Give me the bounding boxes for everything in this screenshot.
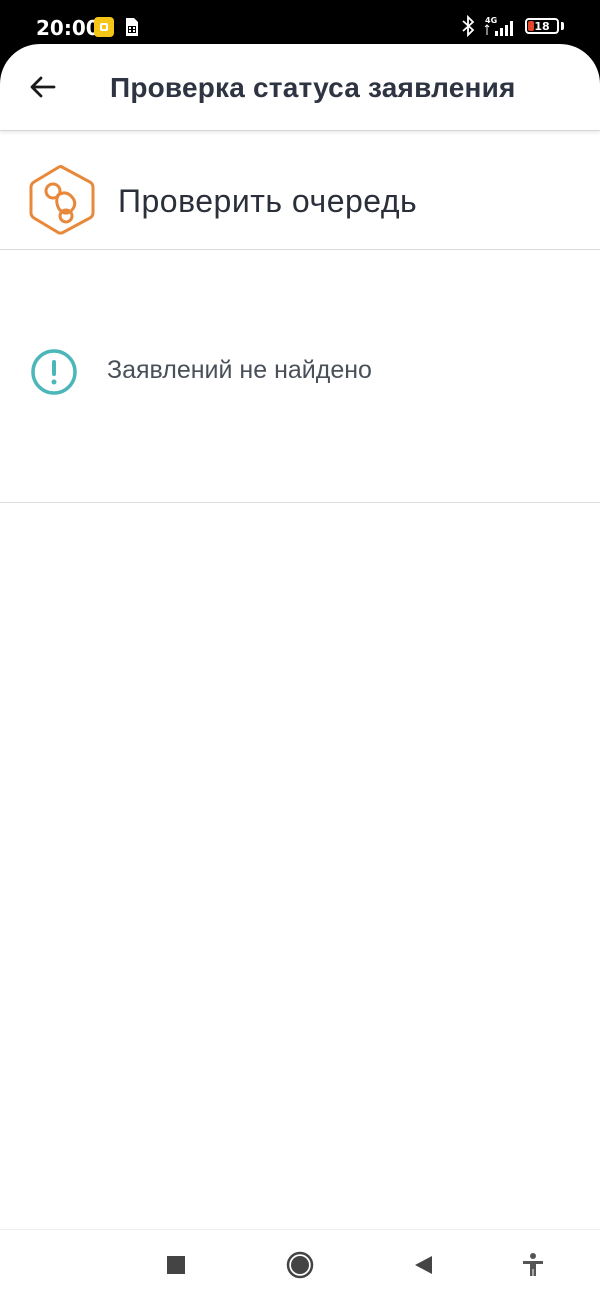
exclamation-circle-icon: [31, 349, 77, 395]
empty-state-text: Заявлений не найдено: [107, 356, 372, 384]
network-type: 4G: [485, 16, 497, 25]
recents-square-icon[interactable]: [161, 1250, 191, 1280]
check-queue-button[interactable]: Проверить очередь: [0, 131, 600, 250]
empty-state: Заявлений не найдено: [0, 250, 600, 503]
page-title: Проверка статуса заявления: [110, 72, 516, 103]
check-queue-label: Проверить очередь: [118, 183, 418, 219]
status-time: 20:00: [36, 16, 100, 40]
signal-icon: 4G: [484, 16, 513, 36]
accessibility-icon[interactable]: [518, 1250, 548, 1280]
battery-icon: 18: [525, 18, 559, 34]
back-triangle-icon[interactable]: [408, 1250, 438, 1280]
system-nav-bar: [0, 1229, 600, 1300]
bluetooth-icon: [462, 15, 475, 37]
battery-percent: 18: [534, 19, 550, 33]
pacifier-hexagon-icon: [29, 165, 95, 235]
notification-icon: [94, 17, 114, 37]
app-screen: Проверка статуса заявления Проверить оче…: [0, 44, 600, 1229]
home-circle-icon[interactable]: [285, 1250, 315, 1280]
app-bar: Проверка статуса заявления: [0, 44, 600, 131]
back-arrow-icon[interactable]: [28, 72, 58, 102]
battery-tip: [561, 22, 564, 30]
sim-icon: [126, 18, 138, 36]
